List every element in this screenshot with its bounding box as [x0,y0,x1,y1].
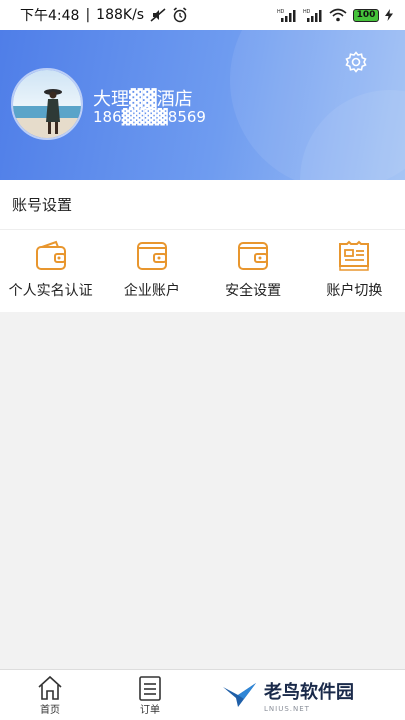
grid-item-security[interactable]: 安全设置 [203,230,304,312]
mute-icon [150,8,166,22]
avatar-image [13,70,81,138]
wifi-icon [329,8,347,22]
grid-item-enterprise[interactable]: 企业账户 [101,230,202,312]
status-divider: | [85,7,91,23]
status-bar: 下午4:48 | 188K/s HD HD 100 [0,0,405,30]
account-grid: 个人实名认证 企业账户 安全设置 账户切换 [0,230,405,312]
wallet-icon [35,240,66,270]
nav-label-home: 首页 [40,704,60,716]
section-title-account: 账号设置 [0,180,405,230]
status-right: HD HD 100 [277,8,393,22]
wallet-icon [238,242,269,270]
phone-number: 186▓▓▓▓8569 [93,108,206,126]
watermark-subtitle: LNIUS.NET [264,704,310,713]
nav-label-orders: 订单 [140,704,160,716]
network-speed: 188K/s [96,7,145,23]
svg-text:HD: HD [303,9,311,15]
status-left: 下午4:48 | 188K/s [20,5,188,25]
gear-icon[interactable] [344,50,368,74]
alarm-icon [173,7,187,23]
nav-item-orders[interactable]: 订单 [100,670,200,720]
avatar[interactable] [11,68,83,140]
grid-label-real-name: 个人实名认证 [8,283,93,299]
svg-text:HD: HD [277,9,285,15]
profile-header: 大理▓▓酒店 186▓▓▓▓8569 [0,30,405,180]
watermark-title: 老鸟软件园 [264,681,354,703]
grid-label-security: 安全设置 [225,283,282,299]
home-icon [38,675,62,700]
charging-icon [385,9,393,21]
signal-icon-2: HD [303,9,322,22]
bird-logo-icon [223,683,256,707]
bottom-nav: 首页 订单 老鸟软件园 LNIUS.NET [0,669,405,720]
grid-label-switch-account: 账户切换 [326,283,383,299]
wallet-icon [136,242,167,270]
section-title-label: 账号设置 [12,196,73,214]
nav-item-home[interactable]: 首页 [0,670,100,720]
receipt-icon [339,240,370,271]
grid-item-switch-account[interactable]: 账户切换 [304,230,405,312]
signal-icon: HD [277,9,296,22]
battery-indicator: 100 [353,8,379,22]
clipboard-icon [139,675,161,701]
watermark: 老鸟软件园 LNIUS.NET [200,670,405,720]
watermark-text: 老鸟软件园 LNIUS.NET [264,678,354,713]
grid-label-enterprise: 企业账户 [123,283,180,299]
grid-item-real-name[interactable]: 个人实名认证 [0,230,101,312]
status-time: 下午4:48 [20,8,80,24]
